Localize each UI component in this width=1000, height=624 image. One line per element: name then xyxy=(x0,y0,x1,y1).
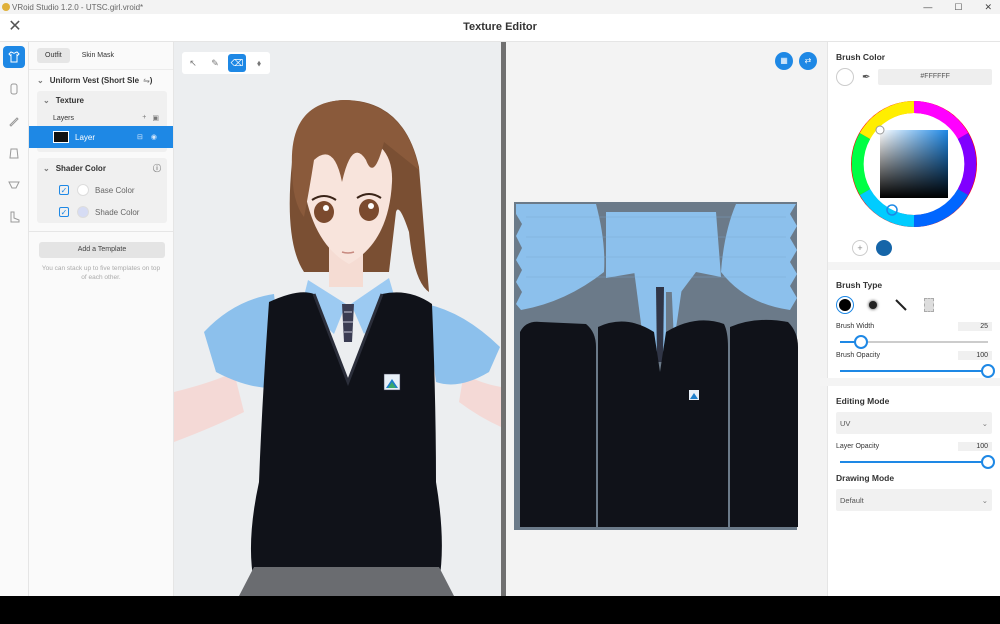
grid-toggle-icon[interactable]: ▦ xyxy=(775,52,793,70)
mirror-toggle-icon[interactable]: ⇄ xyxy=(799,52,817,70)
layer-thumbnail xyxy=(53,131,69,143)
shade-color-label: Shade Color xyxy=(95,207,140,217)
layer-opacity-slider[interactable] xyxy=(840,455,995,469)
base-color-swatch[interactable] xyxy=(77,184,89,196)
rail-accessory-icon[interactable] xyxy=(3,110,25,132)
hard-brush-button[interactable] xyxy=(836,296,854,314)
fill-tool-icon[interactable]: ⬧ xyxy=(250,54,268,72)
template-note: You can stack up to five templates on to… xyxy=(41,265,161,281)
eraser-tool-icon[interactable]: ⌫ xyxy=(228,54,246,72)
layer-opacity-value[interactable]: 100 xyxy=(958,442,992,451)
base-color-row[interactable]: ✓ Base Color xyxy=(37,179,167,201)
texture-section-header[interactable]: ⌄ Texture xyxy=(37,91,167,110)
add-swatch-button[interactable]: + xyxy=(852,240,868,256)
link-icon: ⇋ xyxy=(143,76,150,85)
layer-visibility-icon[interactable]: ◉ xyxy=(151,133,157,141)
garment-name: Uniform Vest (Short Sle xyxy=(49,76,140,85)
editing-mode-select[interactable]: UV ⌄ xyxy=(836,412,992,434)
add-template-button[interactable]: Add a Template xyxy=(39,242,165,258)
window-close-button[interactable]: ✕ xyxy=(984,2,992,13)
brush-width-label: Brush Width xyxy=(836,323,875,330)
model-viewport[interactable]: ↖ ✎ ⌫ ⬧ xyxy=(174,42,501,596)
chevron-down-icon: ⌄ xyxy=(43,164,50,173)
pen-tool-icon[interactable]: ✎ xyxy=(206,54,224,72)
texture-section-title: Texture xyxy=(55,96,85,105)
drawing-mode-value: Default xyxy=(840,495,864,505)
rail-body-icon[interactable] xyxy=(3,78,25,100)
uv-canvas[interactable]: ▦ ⇄ xyxy=(506,42,828,596)
brush-color-title: Brush Color xyxy=(836,52,886,62)
shader-section-title: Shader Color xyxy=(55,164,106,173)
brush-opacity-slider[interactable] xyxy=(840,364,995,378)
shade-color-checkbox[interactable]: ✓ xyxy=(59,207,69,217)
brush-width-slider[interactable] xyxy=(840,335,988,349)
page-title: Texture Editor xyxy=(463,21,537,33)
drawing-mode-select[interactable]: Default ⌄ xyxy=(836,489,992,511)
layers-label: Layers xyxy=(53,114,75,122)
hex-input[interactable]: #FFFFFF xyxy=(878,69,992,85)
layer-name: Layer xyxy=(75,132,96,142)
chevron-down-icon: ⌄ xyxy=(981,495,988,505)
texture-section: ⌄ Texture Layers + ▣ Layer ⊟ ◉ xyxy=(29,91,173,152)
rail-outfit-icon[interactable] xyxy=(3,46,25,68)
shade-color-swatch[interactable] xyxy=(77,206,89,218)
character-model xyxy=(174,100,501,596)
brush-width-value[interactable]: 25 xyxy=(958,322,992,331)
brush-opacity-label: Brush Opacity xyxy=(836,352,880,359)
brush-settings-panel: Brush Color ✒ #FFFFFF + Brush Type Brush… xyxy=(820,42,1000,596)
rail-shoe-icon[interactable] xyxy=(3,206,25,228)
category-rail xyxy=(0,42,29,596)
garment-selector[interactable]: ⌄ Uniform Vest (Short Sle ⇋ ) xyxy=(29,69,173,91)
rail-bra-icon[interactable] xyxy=(3,174,25,196)
minimize-button[interactable]: — xyxy=(923,2,932,12)
chevron-down-icon: ⌄ xyxy=(43,96,50,105)
os-window-title: VRoid Studio 1.2.0 - UTSC.girl.vroid* xyxy=(12,2,144,12)
brush-opacity-value[interactable]: 100 xyxy=(958,351,992,360)
base-color-label: Base Color xyxy=(95,185,135,195)
rail-top-icon[interactable] xyxy=(3,142,25,164)
layer-item[interactable]: Layer ⊟ ◉ xyxy=(29,126,173,148)
texture-brush-button[interactable] xyxy=(920,296,938,314)
shader-section-header[interactable]: ⌄ Shader Color ⓘ xyxy=(37,158,167,179)
chevron-down-icon: ⌄ xyxy=(981,418,988,428)
os-titlebar: VRoid Studio 1.2.0 - UTSC.girl.vroid* — … xyxy=(0,0,1000,14)
chevron-down-icon: ⌄ xyxy=(37,76,44,85)
color-wheel[interactable] xyxy=(836,88,992,238)
drawing-mode-title: Drawing Mode xyxy=(836,473,895,483)
shade-color-row[interactable]: ✓ Shade Color xyxy=(37,201,167,223)
select-tool-icon[interactable]: ↖ xyxy=(184,54,202,72)
viewport-toolbar: ↖ ✎ ⌫ ⬧ xyxy=(182,52,270,74)
layer-panel: Outfit Skin Mask ⌄ Uniform Vest (Short S… xyxy=(29,42,174,596)
editing-mode-value: UV xyxy=(840,418,851,428)
editor-header: ✕ Texture Editor xyxy=(0,14,1000,42)
add-layer-icon[interactable]: + xyxy=(142,114,146,122)
eyedropper-icon[interactable]: ✒ xyxy=(862,72,870,83)
garment-name-suffix: ) xyxy=(149,76,153,85)
recent-color-swatch[interactable] xyxy=(876,240,892,256)
maximize-button[interactable]: ☐ xyxy=(954,2,962,13)
letterbox-bar xyxy=(0,596,1000,624)
layer-opacity-label: Layer Opacity xyxy=(836,443,880,450)
shader-color-section: ⌄ Shader Color ⓘ ✓ Base Color ✓ Shade Co… xyxy=(37,158,167,223)
layer-lock-icon[interactable]: ⊟ xyxy=(137,133,143,141)
current-color-swatch[interactable] xyxy=(836,68,854,86)
tab-skin-mask[interactable]: Skin Mask xyxy=(74,48,122,63)
help-icon[interactable]: ⓘ xyxy=(153,163,161,174)
uv-texture-map xyxy=(514,202,798,530)
editing-mode-title: Editing Mode xyxy=(836,396,890,406)
soft-brush-button[interactable] xyxy=(864,296,882,314)
app-logo-icon xyxy=(2,3,10,11)
base-color-checkbox[interactable]: ✓ xyxy=(59,185,69,195)
brush-type-title: Brush Type xyxy=(836,280,883,290)
tab-outfit[interactable]: Outfit xyxy=(37,48,70,63)
pen-brush-button[interactable] xyxy=(892,296,910,314)
import-layer-icon[interactable]: ▣ xyxy=(152,114,159,122)
